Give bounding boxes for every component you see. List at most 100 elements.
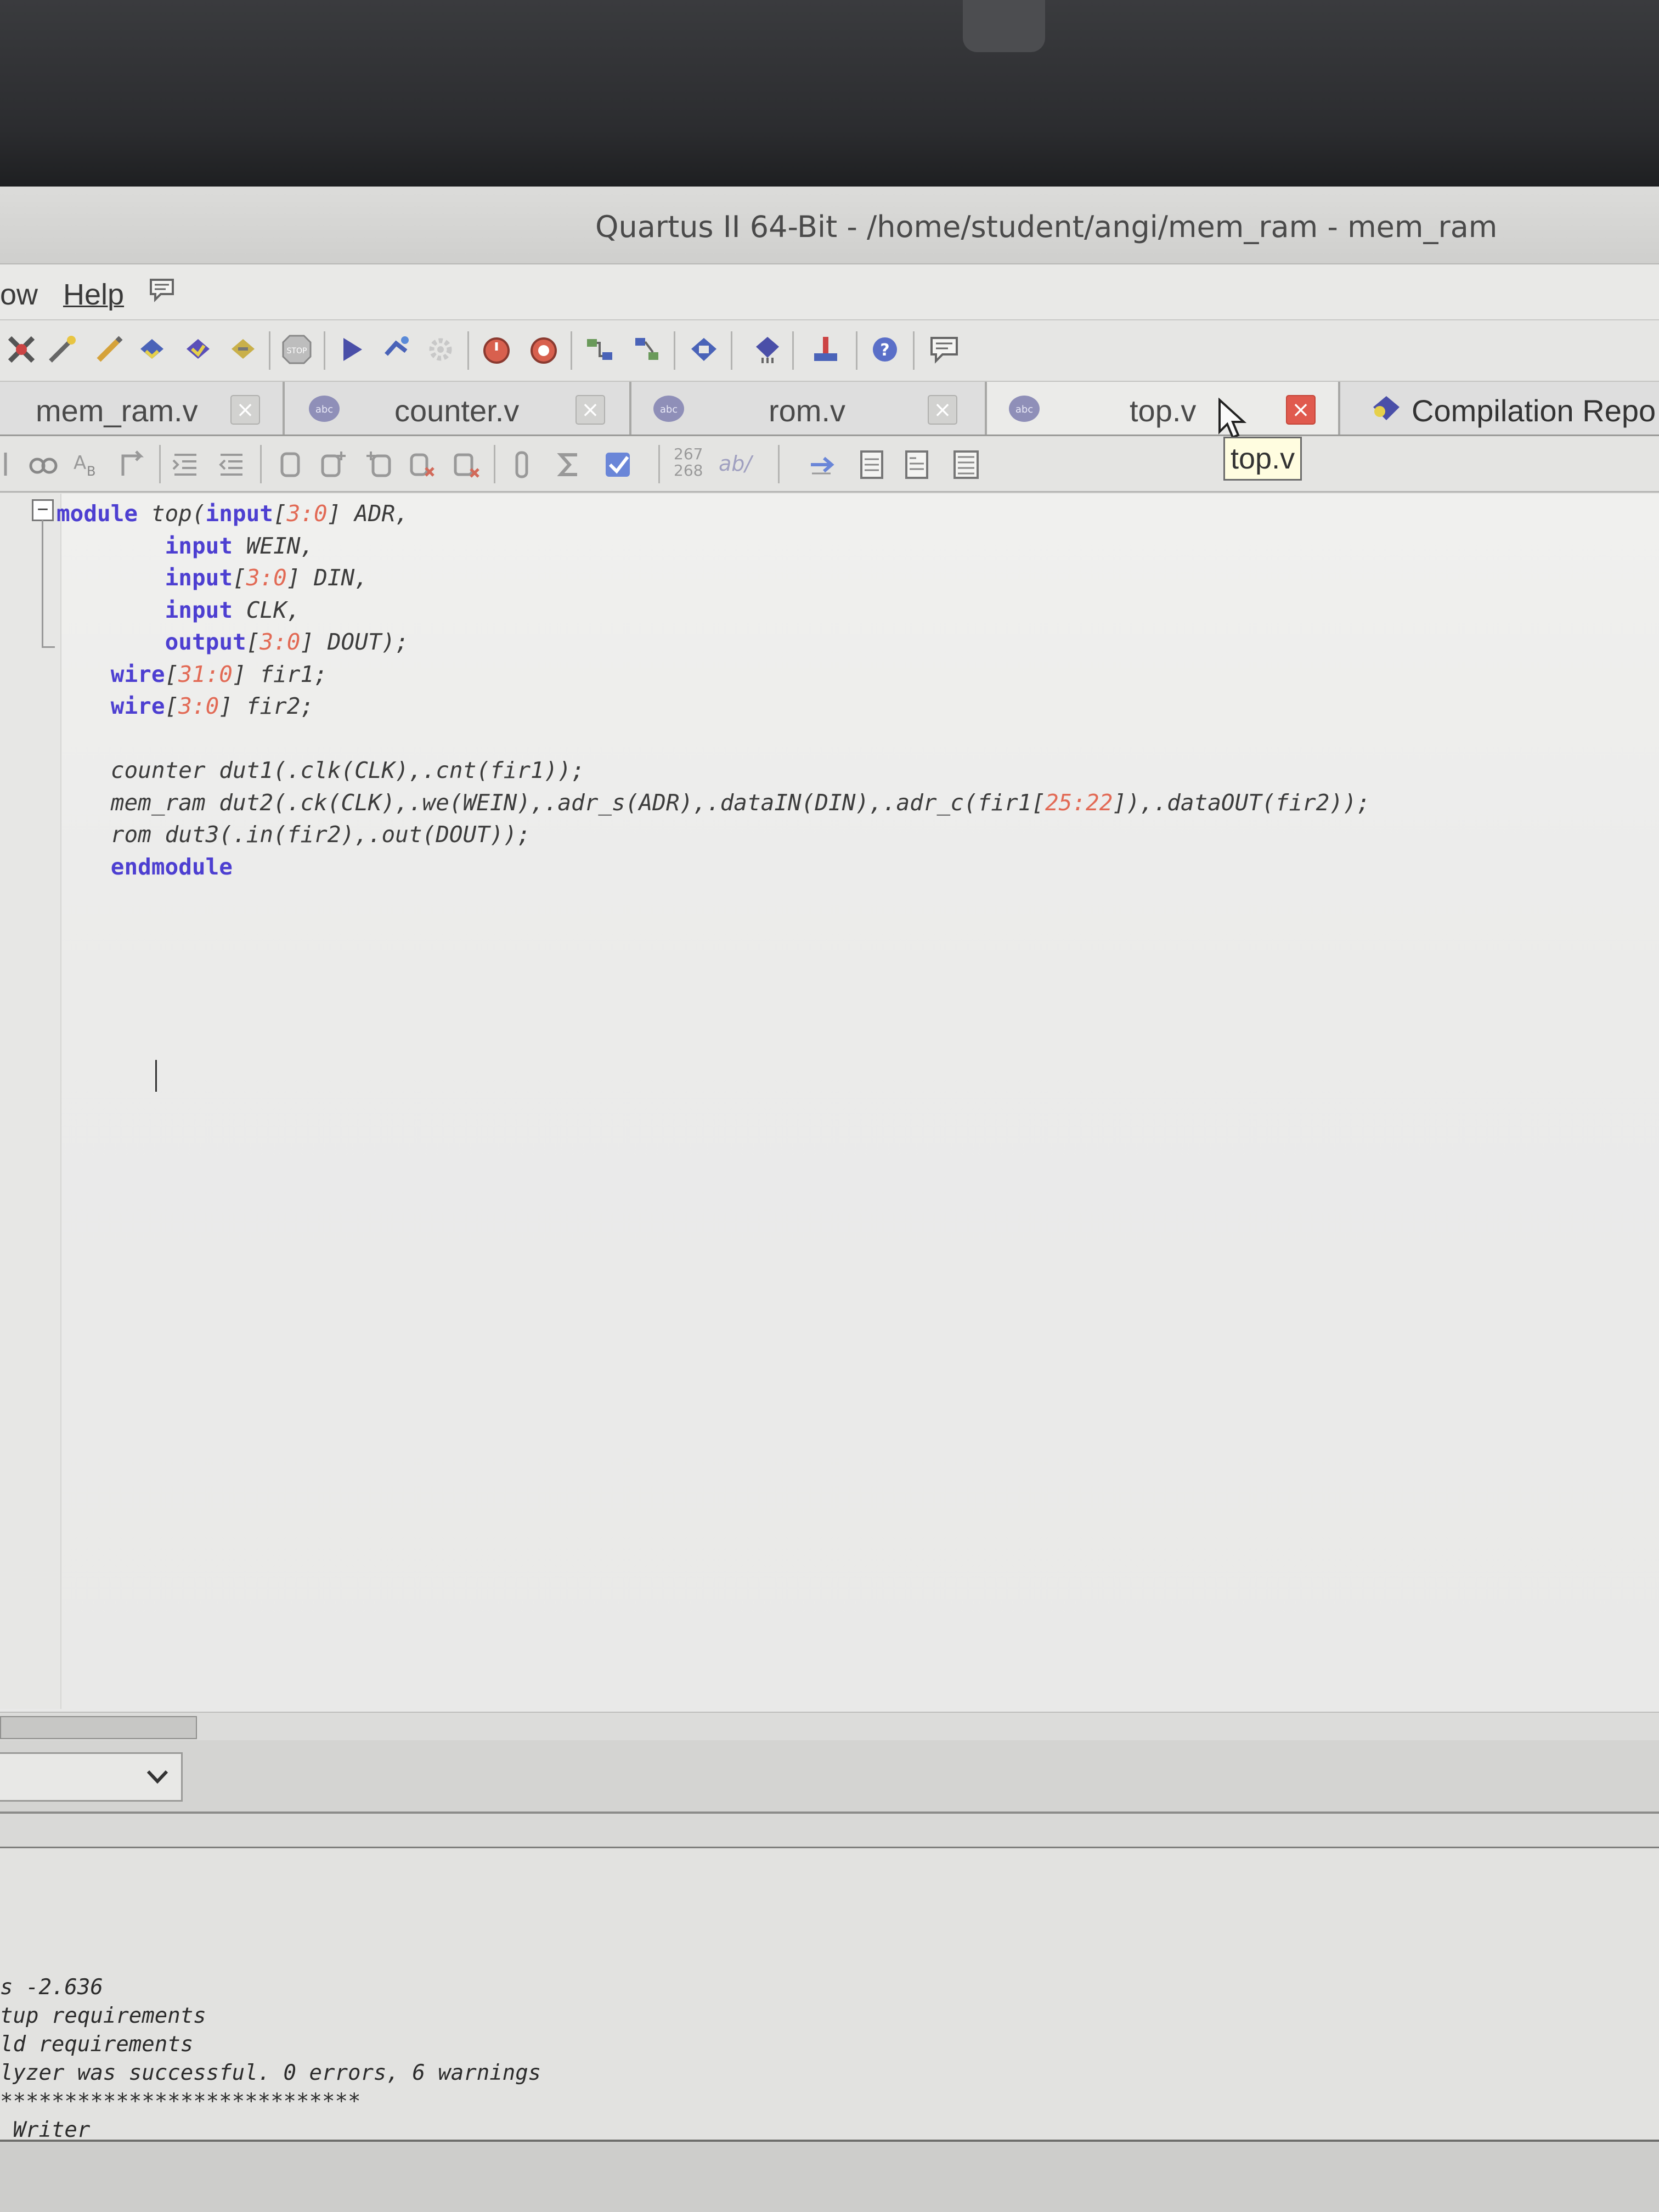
close-icon[interactable]: × bbox=[928, 395, 957, 425]
scrollbar-thumb[interactable] bbox=[0, 1716, 197, 1739]
toolbar-separator bbox=[467, 331, 469, 370]
main-toolbar: STOP ? bbox=[0, 320, 1659, 382]
comment-block-icon[interactable] bbox=[363, 447, 395, 481]
editor-gutter: − bbox=[0, 494, 61, 1709]
insert-block-icon[interactable] bbox=[317, 447, 349, 481]
verilog-file-icon: abc bbox=[653, 396, 684, 422]
toolbar-separator bbox=[571, 331, 572, 370]
uncomment-block-icon[interactable] bbox=[406, 447, 438, 481]
pin-planner-icon[interactable] bbox=[687, 332, 721, 366]
unindent-icon[interactable] bbox=[215, 447, 247, 481]
message-line: **************************** bbox=[0, 2089, 361, 2114]
tab-counter[interactable]: abc counter.v × bbox=[285, 382, 631, 435]
tab-label: mem_ram.v bbox=[36, 393, 198, 428]
toolbar-separator bbox=[792, 331, 794, 370]
window-title: Quartus II 64-Bit - /home/student/angi/m… bbox=[595, 210, 1498, 244]
horizontal-scrollbar[interactable] bbox=[0, 1712, 1659, 1740]
tab-rom[interactable]: abc rom.v × bbox=[631, 382, 987, 435]
timing-analyzer-icon[interactable] bbox=[479, 332, 514, 366]
tab-mem-ram[interactable]: mem_ram.v × bbox=[0, 382, 285, 435]
go-to-icon[interactable] bbox=[116, 447, 148, 481]
wrap-toggle[interactable]: ab/ bbox=[719, 452, 752, 476]
message-filter-dropdown[interactable] bbox=[0, 1752, 183, 1802]
toggle-comment-icon[interactable] bbox=[451, 447, 483, 481]
close-icon[interactable]: × bbox=[230, 395, 260, 425]
menu-window[interactable]: ow bbox=[0, 278, 38, 312]
analysis-icon[interactable] bbox=[380, 332, 414, 366]
tab-compilation-report[interactable]: Compilation Repo bbox=[1340, 382, 1659, 435]
find-replace-icon[interactable]: AB bbox=[71, 447, 103, 481]
start-compilation-icon[interactable] bbox=[335, 332, 369, 366]
verilog-file-icon: abc bbox=[309, 396, 340, 422]
feedback-icon[interactable] bbox=[927, 332, 961, 366]
message-line: tup requirements bbox=[0, 2004, 206, 2028]
split-document-icon[interactable] bbox=[901, 447, 933, 481]
toolbar-separator bbox=[324, 331, 325, 370]
stop-processing-icon[interactable] bbox=[4, 332, 38, 366]
code-line: input CLK, bbox=[165, 596, 301, 623]
report-icon bbox=[1373, 396, 1400, 420]
pencil-icon[interactable] bbox=[92, 332, 126, 366]
toolbar-separator bbox=[913, 331, 915, 370]
arrow-right-icon[interactable] bbox=[806, 447, 838, 481]
quartus-window: Quartus II 64-Bit - /home/student/angi/m… bbox=[0, 187, 1659, 2212]
svg-text:abc: abc bbox=[660, 404, 678, 415]
view-list-icon[interactable] bbox=[950, 447, 982, 481]
message-line: lyzer was successful. 0 errors, 6 warnin… bbox=[0, 2061, 541, 2085]
code-line: input[3:0] DIN, bbox=[165, 565, 368, 591]
svg-text:abc: abc bbox=[315, 404, 333, 415]
synthesis-icon[interactable] bbox=[181, 332, 215, 366]
close-icon[interactable]: × bbox=[1286, 395, 1316, 425]
code-line: counter dut1(.clk(CLK),.cnt(fir1)); bbox=[110, 757, 585, 783]
fold-toggle[interactable]: − bbox=[32, 499, 54, 521]
menu-help[interactable]: Help bbox=[63, 278, 124, 312]
message-line: Writer bbox=[0, 2118, 91, 2142]
code-line: module top(input[3:0] ADR, bbox=[57, 500, 409, 527]
sigma-icon[interactable] bbox=[553, 447, 585, 481]
programmer-icon[interactable] bbox=[751, 332, 785, 366]
line-number-bottom: 268 bbox=[674, 461, 703, 479]
message-line: s -2.636 bbox=[0, 1975, 103, 2000]
code-line: wire[31:0] fir1; bbox=[110, 661, 328, 687]
messages-bottom-bar bbox=[0, 2140, 1659, 2212]
code-line: endmodule bbox=[110, 853, 233, 880]
code-line: output[3:0] DOUT); bbox=[165, 629, 409, 655]
find-icon[interactable] bbox=[27, 447, 59, 481]
increase-indent-icon[interactable] bbox=[506, 447, 538, 481]
tab-label: Compilation Repo bbox=[1412, 393, 1656, 428]
assembler-icon[interactable] bbox=[135, 332, 169, 366]
toolbar-separator bbox=[260, 445, 262, 483]
code-line: rom dut3(.in(fir2),.out(DOUT)); bbox=[110, 821, 531, 848]
toolbar-separator bbox=[856, 331, 857, 370]
code-editor[interactable]: − module top(input[3:0] ADR, input WEIN, i… bbox=[0, 494, 1659, 1712]
tab-top[interactable]: abc top.v × bbox=[987, 382, 1340, 435]
comment-icon[interactable] bbox=[148, 276, 176, 303]
stop-icon[interactable]: STOP bbox=[280, 332, 314, 366]
toolbar-separator bbox=[658, 445, 660, 483]
svg-text:?: ? bbox=[880, 341, 889, 360]
magic-wand-icon[interactable] bbox=[45, 332, 79, 366]
svg-text:STOP: STOP bbox=[287, 347, 307, 356]
toolbar-separator bbox=[159, 445, 161, 483]
text-caret bbox=[155, 1060, 157, 1092]
toolbar-separator bbox=[494, 445, 495, 483]
indent-icon[interactable] bbox=[169, 447, 201, 481]
svg-text:A: A bbox=[74, 452, 86, 474]
timequest-icon[interactable] bbox=[527, 332, 561, 366]
chip-planner-icon[interactable] bbox=[630, 332, 664, 366]
insert-template-icon[interactable] bbox=[274, 447, 306, 481]
fitter-icon[interactable] bbox=[226, 332, 260, 366]
messages-header bbox=[0, 1814, 1659, 1848]
fold-guide bbox=[42, 520, 43, 647]
spell-check-icon[interactable] bbox=[602, 447, 634, 481]
tab-tooltip: top.v bbox=[1223, 437, 1302, 481]
svg-text:B: B bbox=[87, 464, 95, 479]
document-icon[interactable] bbox=[856, 447, 888, 481]
netlist-viewer-icon[interactable] bbox=[583, 332, 617, 366]
svg-text:abc: abc bbox=[1015, 404, 1033, 415]
close-icon[interactable]: × bbox=[575, 395, 605, 425]
signaltap-icon[interactable] bbox=[809, 332, 843, 366]
gear-icon[interactable] bbox=[424, 332, 458, 366]
help-icon[interactable]: ? bbox=[868, 332, 902, 366]
code-line: input WEIN, bbox=[165, 532, 314, 559]
